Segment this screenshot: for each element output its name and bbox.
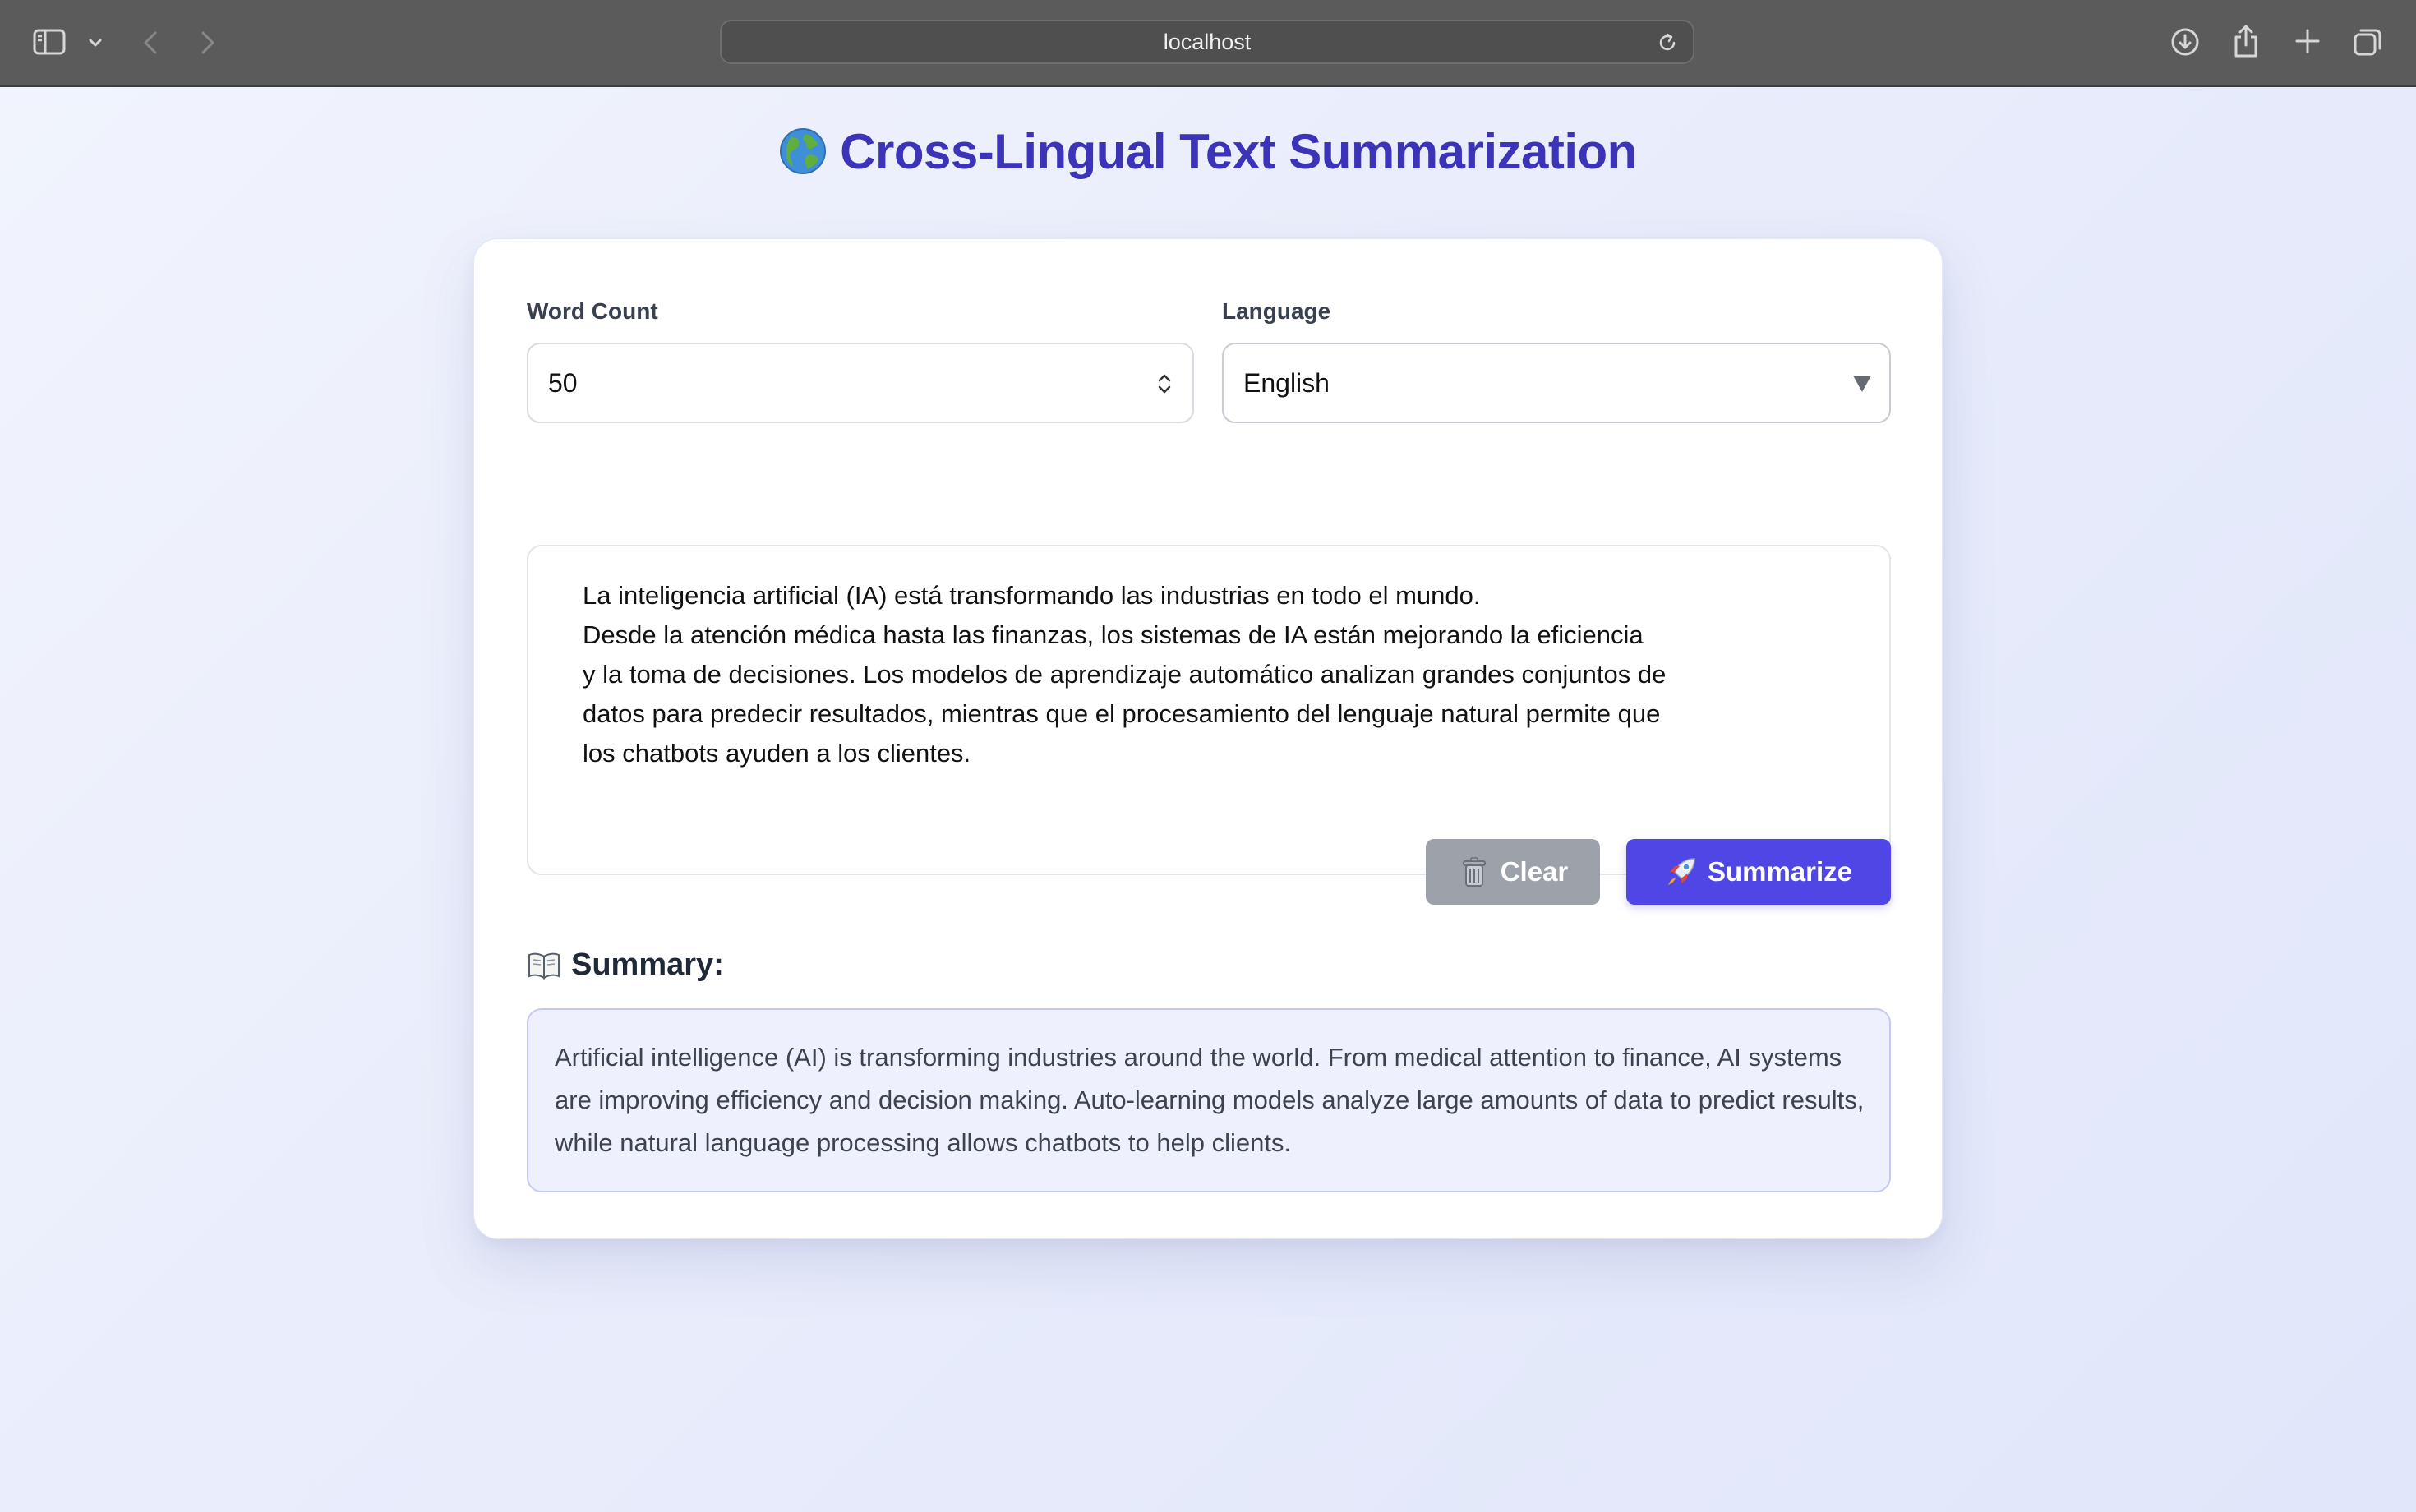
word-count-label: Word Count [527,298,658,324]
number-stepper-icon[interactable] [1156,371,1173,397]
summarize-button[interactable]: Summarize [1626,839,1891,905]
download-icon[interactable] [2169,26,2201,58]
rocket-icon [1667,858,1695,885]
chevron-down-icon[interactable] [85,33,105,53]
back-icon[interactable] [138,26,163,59]
dropdown-arrow-icon [1853,376,1871,392]
page-title-row: Cross-Lingual Text Summarization [0,123,2416,180]
summary-heading-text: Summary: [571,947,724,982]
page-title: Cross-Lingual Text Summarization [840,124,1637,179]
summarizer-card: Word Count 50 Language English La inteli… [473,238,1943,1239]
word-count-input[interactable]: 50 [527,343,1194,423]
word-count-value: 50 [548,367,578,398]
globe-icon [780,128,827,174]
sidebar-toggle-icon[interactable] [33,28,66,56]
language-select[interactable]: English [1222,343,1891,423]
address-bar-text: localhost [1163,29,1252,54]
book-icon [528,952,560,980]
reload-icon[interactable] [1655,30,1680,55]
summary-text: Artificial intelligence (AI) is transfor… [555,1043,1865,1157]
forward-icon[interactable] [196,26,220,59]
trash-icon [1462,857,1486,887]
new-tab-icon[interactable] [2293,26,2322,56]
source-text: La inteligencia artificial (IA) está tra… [583,581,1667,768]
clear-button-label: Clear [1500,856,1569,887]
source-text-area[interactable]: La inteligencia artificial (IA) está tra… [527,545,1891,875]
language-label: Language [1222,298,1331,324]
tab-overview-icon[interactable] [2352,26,2383,58]
clear-button[interactable]: Clear [1426,839,1600,905]
summary-output-box: Artificial intelligence (AI) is transfor… [527,1008,1891,1192]
summarize-button-label: Summarize [1707,856,1853,887]
page-viewport: Cross-Lingual Text Summarization Word Co… [0,87,2416,1512]
language-selected-value: English [1243,367,1330,398]
browser-toolbar: localhost [0,0,2416,87]
share-icon[interactable] [2232,23,2260,59]
address-bar[interactable]: localhost [720,20,1694,64]
summary-heading: Summary: [527,947,724,983]
